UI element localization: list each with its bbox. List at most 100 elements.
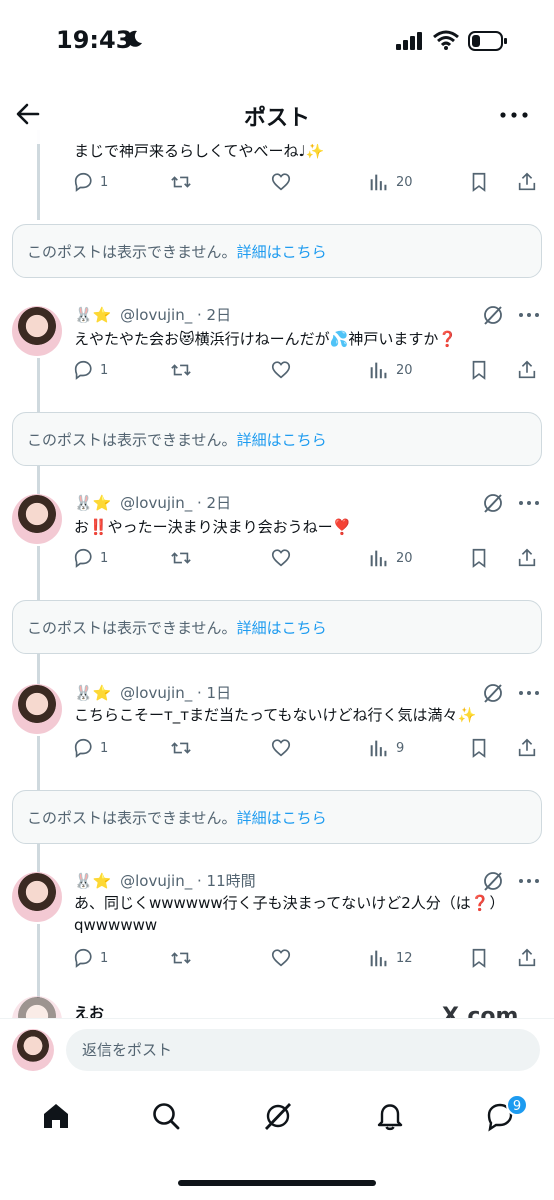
reply-button[interactable]: 1	[72, 356, 108, 384]
repost-button[interactable]	[170, 944, 192, 972]
like-button[interactable]	[270, 356, 292, 384]
reply-count: 1	[100, 174, 109, 190]
search-icon[interactable]	[150, 1100, 182, 1132]
grok-icon[interactable]	[482, 682, 504, 704]
grok-icon[interactable]	[262, 1100, 294, 1132]
user-handle[interactable]: @lovujin_	[120, 494, 192, 512]
grok-icon[interactable]	[482, 492, 504, 514]
bookmark-icon	[472, 738, 486, 758]
unavailable-post-notice: このポストは表示できません。詳細はこちら	[12, 412, 542, 466]
share-button[interactable]	[516, 168, 538, 196]
reply-button[interactable]: 1	[72, 944, 108, 972]
unavailable-text: このポストは表示できません。	[27, 619, 237, 637]
post-time[interactable]: 11時間	[207, 872, 256, 890]
display-name-emoji[interactable]: 🐰⭐	[74, 872, 111, 890]
display-name[interactable]: えお	[74, 1002, 104, 1018]
views-button[interactable]: 9	[368, 734, 404, 762]
user-handle[interactable]: @lovujin_	[120, 872, 192, 890]
repost-icon	[171, 952, 191, 964]
display-name-emoji[interactable]: 🐰⭐	[74, 684, 111, 702]
unavailable-post-notice: このポストは表示できません。詳細はこちら	[12, 224, 542, 278]
post-text: お‼️やったー決まり決まり会おうねー❣️	[74, 518, 352, 536]
share-button[interactable]	[516, 944, 538, 972]
share-icon	[518, 548, 536, 567]
post-menu-icon[interactable]	[518, 312, 540, 318]
home-icon[interactable]	[40, 1100, 72, 1132]
heart-icon	[271, 173, 291, 191]
share-icon	[518, 360, 536, 379]
avatar[interactable]	[12, 1029, 54, 1071]
grok-icon[interactable]	[482, 870, 504, 892]
post-text: こちらこそーᴛ_ᴛまだ当たってもないけどね行く気は満々✨	[74, 706, 477, 724]
reply-button[interactable]: 1	[72, 734, 108, 762]
views-button[interactable]: 20	[368, 168, 413, 196]
post-menu-icon[interactable]	[518, 690, 540, 696]
share-icon	[518, 948, 536, 967]
repost-button[interactable]	[170, 168, 192, 196]
repost-button[interactable]	[170, 356, 192, 384]
avatar[interactable]	[12, 996, 62, 1018]
reply-button[interactable]: 1	[72, 544, 108, 572]
repost-button[interactable]	[170, 544, 192, 572]
avatar[interactable]	[12, 494, 62, 544]
heart-icon	[271, 361, 291, 379]
bookmark-button[interactable]	[468, 544, 490, 572]
reply-count: 1	[100, 740, 109, 756]
bookmark-button[interactable]	[468, 168, 490, 196]
view-count: 20	[396, 550, 413, 566]
bookmark-button[interactable]	[468, 734, 490, 762]
bookmark-icon	[472, 360, 486, 380]
more-options-icon[interactable]	[500, 112, 528, 118]
unavailable-text: このポストは表示できません。	[27, 809, 237, 827]
repost-icon	[171, 176, 191, 188]
heart-icon	[271, 739, 291, 757]
views-button[interactable]: 12	[368, 944, 413, 972]
share-button[interactable]	[516, 544, 538, 572]
bookmark-button[interactable]	[468, 356, 490, 384]
reply-input[interactable]: 返信をポスト	[66, 1029, 540, 1071]
post-meta: 🐰⭐ @lovujin_ · 2日	[74, 306, 232, 324]
reply-count: 1	[100, 550, 109, 566]
user-handle[interactable]: @lovujin_	[120, 684, 192, 702]
top-header: ポスト	[0, 84, 554, 144]
page-title: ポスト	[243, 106, 310, 131]
notifications-bell-icon[interactable]	[374, 1100, 406, 1132]
share-icon	[518, 738, 536, 757]
post-time[interactable]: 1日	[207, 684, 232, 702]
post-time[interactable]: 2日	[207, 494, 232, 512]
post-menu-icon[interactable]	[518, 500, 540, 506]
grok-icon[interactable]	[482, 304, 504, 326]
views-button[interactable]: 20	[368, 356, 413, 384]
post-menu-icon[interactable]	[518, 878, 540, 884]
like-button[interactable]	[270, 734, 292, 762]
like-button[interactable]	[270, 944, 292, 972]
repost-button[interactable]	[170, 734, 192, 762]
avatar[interactable]	[12, 684, 62, 734]
messages-badge: 9	[506, 1094, 528, 1116]
like-button[interactable]	[270, 544, 292, 572]
share-button[interactable]	[516, 734, 538, 762]
post-meta: 🐰⭐ @lovujin_ · 2日	[74, 494, 232, 512]
user-handle[interactable]: @lovujin_	[120, 306, 192, 324]
post-time[interactable]: 2日	[207, 306, 232, 324]
display-name-emoji[interactable]: 🐰⭐	[74, 494, 111, 512]
post-text: えやたやた会お😻横浜行けねーんだが💦神戸いますか❓	[74, 330, 457, 348]
reply-icon	[74, 738, 92, 758]
learn-more-link[interactable]: 詳細はこちら	[237, 619, 327, 637]
like-button[interactable]	[270, 168, 292, 196]
display-name-emoji[interactable]: 🐰⭐	[74, 306, 111, 324]
learn-more-link[interactable]: 詳細はこちら	[237, 809, 327, 827]
reply-button[interactable]: 1	[72, 168, 108, 196]
views-button[interactable]: 20	[368, 544, 413, 572]
reply-icon	[74, 548, 92, 568]
learn-more-link[interactable]: 詳細はこちら	[237, 243, 327, 261]
avatar[interactable]	[12, 872, 62, 922]
view-count: 20	[396, 174, 413, 190]
avatar[interactable]	[12, 306, 62, 356]
post-text: あ、同じくwwwwww行く子も決まってないけど2人分（は❓）qwwwwww	[74, 894, 505, 934]
share-button[interactable]	[516, 356, 538, 384]
bookmark-button[interactable]	[468, 944, 490, 972]
conversation-feed[interactable]: まじで神戸来るらしくてやべーね♩✨ 1 20 このポストは表示できません。詳細は…	[0, 130, 554, 1018]
learn-more-link[interactable]: 詳細はこちら	[237, 431, 327, 449]
heart-icon	[271, 549, 291, 567]
